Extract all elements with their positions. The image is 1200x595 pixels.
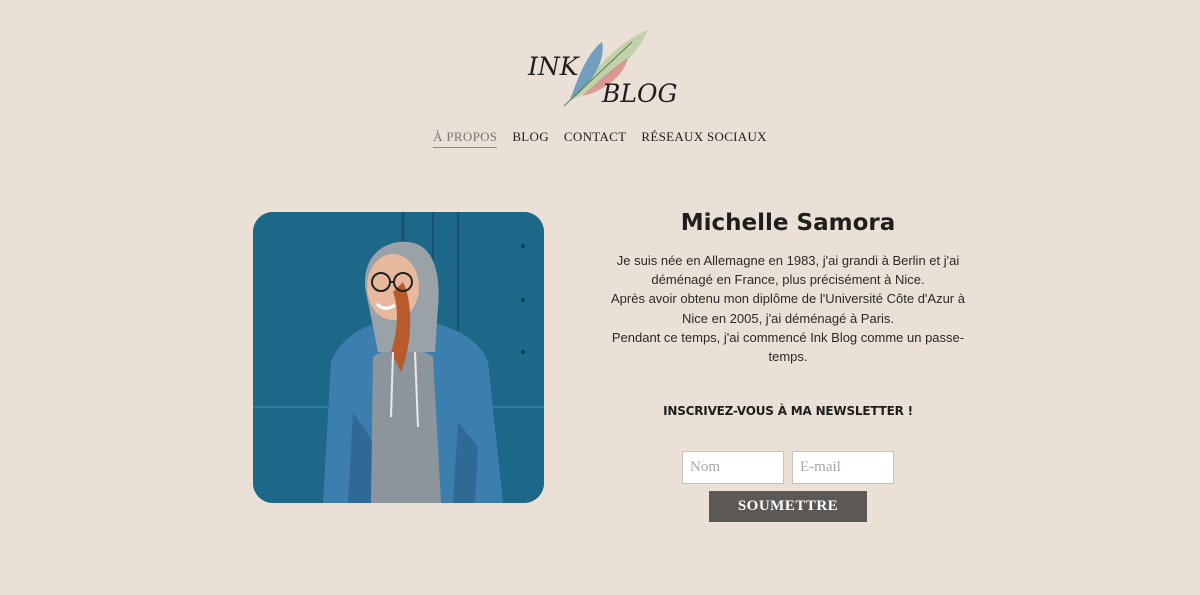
nav-item-reseaux-sociaux[interactable]: RÉSEAUX SOCIAUX <box>641 129 766 148</box>
profile-photo <box>253 212 544 503</box>
nav-item-a-propos[interactable]: À PROPOS <box>433 129 498 148</box>
bio-paragraph: Après avoir obtenu mon diplôme de l'Univ… <box>611 291 965 326</box>
logo-text-blog: BLOG <box>602 79 678 108</box>
submit-button[interactable]: SOUMETTRE <box>709 491 867 522</box>
nav-item-contact[interactable]: CONTACT <box>564 129 626 148</box>
profile-name: Michelle Samora <box>680 210 896 236</box>
name-input[interactable] <box>682 451 784 484</box>
bio-paragraph: Je suis née en Allemagne en 1983, j'ai g… <box>616 253 960 288</box>
nav-item-blog[interactable]: BLOG <box>512 129 549 148</box>
logo-text-ink: INK <box>528 52 579 81</box>
bio-paragraph: Pendant ce temps, j'ai commencé Ink Blog… <box>611 329 965 365</box>
newsletter-heading: INSCRIVEZ-VOUS À MA NEWSLETTER ! <box>663 404 913 418</box>
profile-bio: Je suis née en Allemagne en 1983, j'ai g… <box>600 251 976 366</box>
main-nav: À PROPOS BLOG CONTACT RÉSEAUX SOCIAUX <box>0 129 1200 148</box>
site-logo[interactable]: INK BLOG <box>520 22 677 112</box>
email-input[interactable] <box>792 451 894 484</box>
